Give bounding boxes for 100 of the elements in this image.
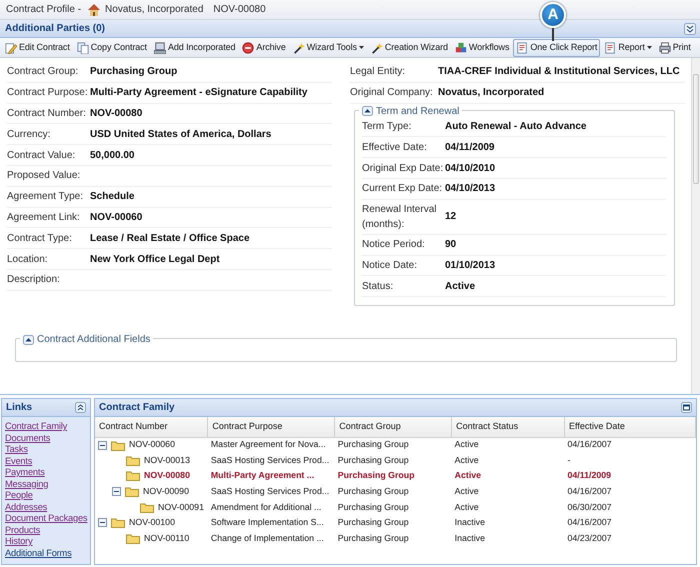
tree-node[interactable]: NOV-00090 (95, 484, 208, 500)
toolbar-button[interactable]: Add Incorporated (150, 38, 238, 56)
collapse-icon[interactable] (23, 334, 34, 345)
folder-icon (126, 532, 140, 544)
field-value: 01/10/2013 (445, 258, 496, 273)
field-value: 12 (445, 210, 456, 224)
field-value: Purchasing Group (90, 65, 178, 80)
table-cell-text: Software Implementation S... (210, 516, 325, 530)
table-cell-text: Inactive (454, 532, 486, 545)
toolbar-button[interactable]: Creation Wizard (368, 38, 451, 56)
nav-link[interactable]: Documents (2, 432, 90, 444)
field-value: 50,000.00 (90, 148, 134, 163)
column-header[interactable]: Contract Group (334, 417, 452, 437)
field-label: Contract Type: (7, 232, 73, 246)
maximize-icon[interactable] (681, 402, 692, 413)
field-label: Contract Value: (7, 148, 76, 163)
field-label: Legal Entity: (350, 65, 406, 80)
toolbar-button[interactable]: Workflows (452, 38, 512, 56)
column-header[interactable]: Effective Date (564, 417, 696, 437)
field-value: TIAA-CREF Individual & Institutional Services, LLC (438, 65, 680, 80)
field-label: Notice Date: (362, 258, 418, 273)
field-label: Term Type: (362, 120, 412, 134)
copy-icon (76, 42, 89, 54)
nav-link[interactable]: Events (2, 456, 90, 467)
toolbar-button[interactable]: Archive (239, 38, 289, 56)
nav-link[interactable]: Products (2, 524, 90, 536)
nav-link[interactable]: Document Packages (2, 513, 90, 524)
collapse-icon[interactable] (112, 487, 121, 496)
folder-icon (140, 502, 154, 513)
table-cell-text: SaaS Hosting Services Prod... (210, 484, 330, 498)
field-value: 90 (445, 238, 456, 252)
collapse-icon[interactable] (98, 440, 107, 450)
table-cell-text: - (566, 454, 572, 467)
tree-node[interactable]: NOV-00091 (95, 499, 208, 515)
scrollbar-thumb[interactable] (693, 74, 699, 184)
collapse-icon[interactable] (362, 106, 373, 116)
toolbar-button[interactable]: Copy Contract (74, 38, 150, 56)
table-cell-text: Purchasing Group (336, 516, 410, 530)
tree-node[interactable]: NOV-00110 (95, 530, 208, 546)
column-header[interactable]: Contract Purpose (208, 417, 335, 437)
tree-node[interactable]: NOV-00060 (95, 437, 208, 453)
field-value: Active (445, 280, 476, 294)
computer-icon (154, 42, 166, 54)
field-value: 04/10/2010 (445, 162, 496, 176)
folder-icon (111, 517, 125, 528)
field-label: Currency: (7, 128, 52, 142)
table-cell-text: Purchasing Group (336, 469, 416, 482)
field-label: Proposed Value: (7, 169, 82, 184)
toolbar-button[interactable]: One Click Report (513, 38, 600, 56)
folder-icon (111, 440, 125, 451)
toolbar-button[interactable]: Print (656, 38, 694, 56)
table-cell-text: Purchasing Group (336, 454, 410, 467)
company-name[interactable]: Novatus, Incorporated (105, 2, 204, 17)
nav-link[interactable]: People (2, 490, 90, 502)
collapse-icon[interactable] (75, 402, 86, 413)
field-value: USD United States of America, Dollars (90, 128, 272, 142)
toolbar-button[interactable]: Wizard Tools (290, 38, 367, 56)
table-cell-text: SaaS Hosting Services Prod... (210, 454, 330, 467)
nav-link[interactable]: History (2, 536, 90, 548)
toolbar-button[interactable]: Report (601, 38, 655, 56)
folder-icon (126, 454, 140, 466)
pencil-icon (5, 42, 17, 54)
table-cell-text: Inactive (454, 516, 486, 530)
table-cell-text: 04/16/2007 (566, 484, 613, 498)
cubes-icon (454, 42, 467, 54)
tree-node[interactable]: NOV-00100 (95, 514, 208, 531)
field-label: Agreement Link: (7, 210, 81, 225)
caret-icon (646, 46, 652, 49)
nav-link[interactable]: Messaging (2, 478, 90, 490)
field-label: Current Exp Date: (362, 182, 444, 196)
contract-number: NOV-00080 (213, 3, 266, 17)
field-value: Lease / Real Estate / Office Space (90, 232, 250, 246)
table-cell: 04/16/2007 (564, 437, 696, 453)
collapse-icon[interactable] (98, 518, 107, 528)
table-cell-text: 04/23/2007 (566, 532, 613, 545)
document-icon (604, 42, 616, 54)
field-value: Multi-Party Agreement - eSignature Capability (90, 86, 308, 100)
nav-link[interactable]: Contract Family (2, 421, 90, 432)
toolbar-button[interactable]: Edit Contract (2, 38, 73, 56)
expand-icon[interactable] (684, 22, 696, 34)
field-value: NOV-00080 (90, 106, 142, 121)
fieldset-title: Term and Renewal (376, 104, 460, 119)
field-label: Agreement Type: (7, 190, 84, 204)
nav-link[interactable]: Payments (2, 467, 90, 478)
field-value: Novatus, Incorporated (438, 86, 544, 100)
folder-icon (125, 486, 139, 498)
column-header[interactable]: Contract Number (95, 417, 208, 437)
column-header[interactable]: Contract Status (452, 417, 564, 437)
nav-link[interactable]: Additional Forms (2, 548, 90, 559)
nav-link[interactable]: Addresses (2, 502, 90, 513)
table-cell: Active (452, 437, 564, 453)
caret-icon (358, 46, 364, 49)
tree-node[interactable]: NOV-00080 (95, 468, 208, 484)
nav-link[interactable]: Tasks (2, 444, 90, 456)
scrollbar[interactable] (691, 58, 700, 394)
field-label: Original Exp Date: (362, 162, 444, 176)
tree-node[interactable]: NOV-00013 (95, 452, 208, 468)
folder-icon (126, 470, 140, 482)
field-value: Schedule (90, 190, 134, 204)
panel-title: Contract Family (99, 401, 175, 415)
